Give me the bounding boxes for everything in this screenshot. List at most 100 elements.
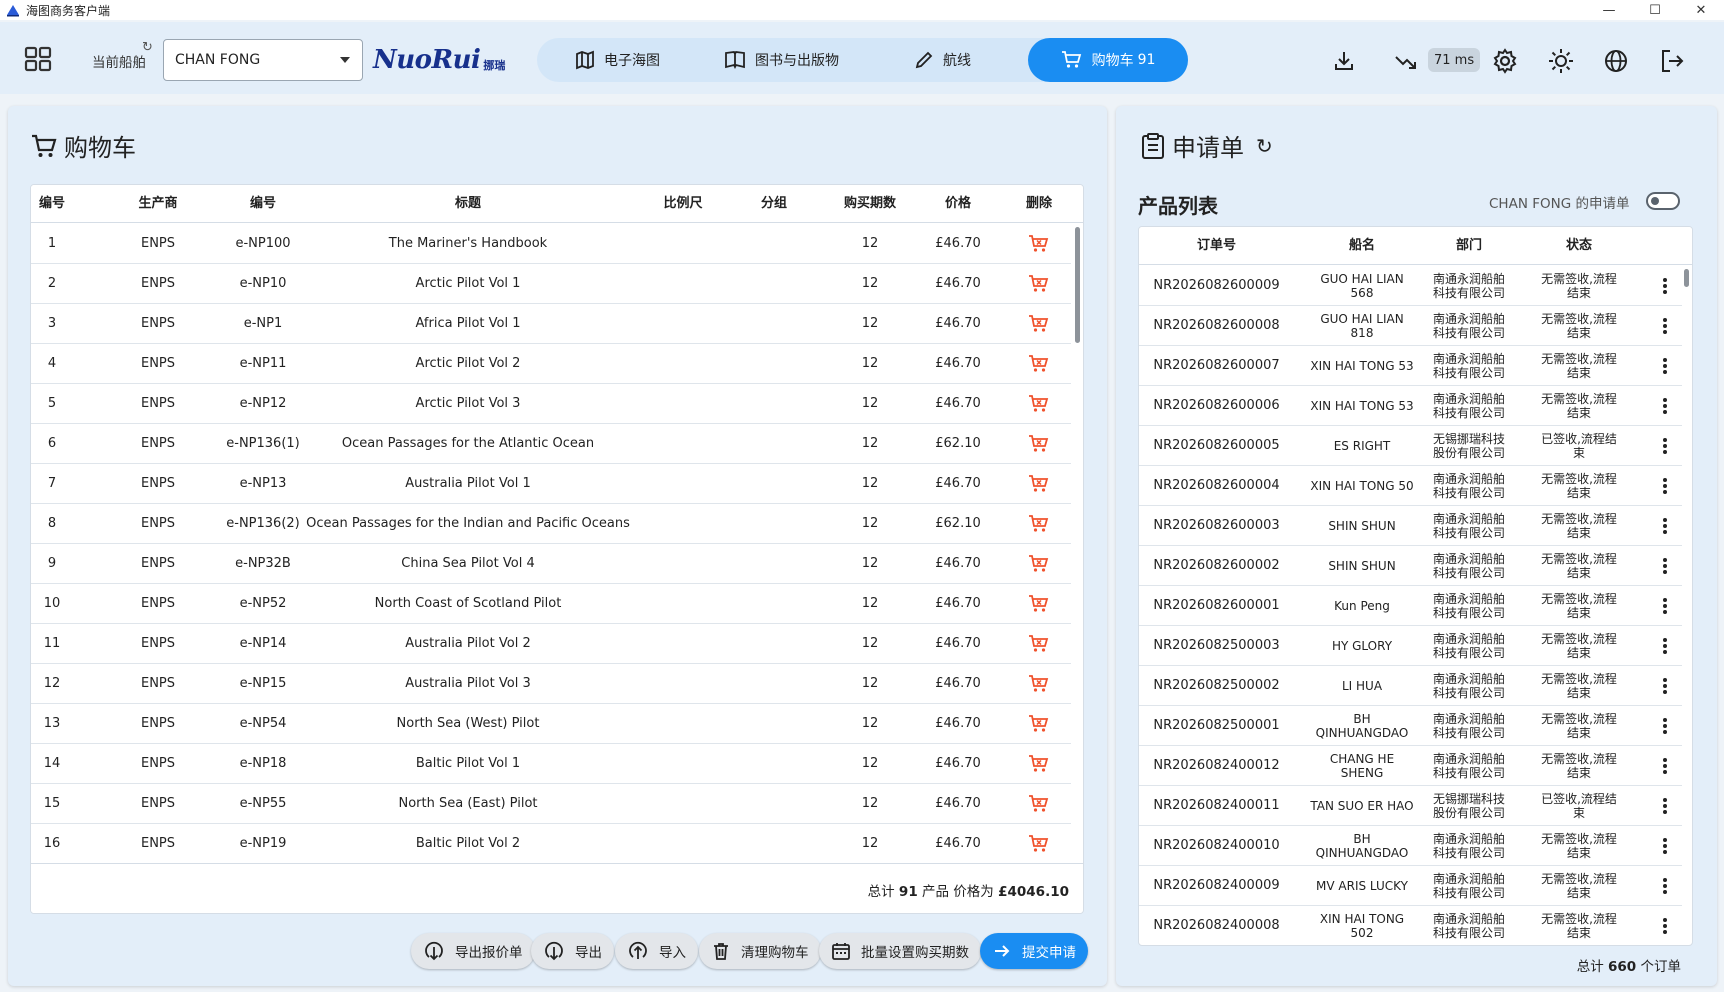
tab-routes[interactable]: 航线 <box>914 38 971 82</box>
requests-table-row[interactable]: NR2026082600002 SHIN SHUN 南通永润船舶科技有限公司 无需签收… <box>1139 546 1682 586</box>
col-delete[interactable]: 删除 <box>1019 185 1059 223</box>
delete-cart-icon[interactable] <box>1019 344 1059 384</box>
requests-table-row[interactable]: NR2026082400009 MV ARIS LUCKY 南通永润船舶科技有限公司… <box>1139 866 1682 906</box>
more-vert-icon[interactable] <box>1663 678 1667 694</box>
delete-cart-icon[interactable] <box>1019 464 1059 504</box>
delete-cart-icon[interactable] <box>1019 304 1059 344</box>
delete-cart-icon[interactable] <box>1019 824 1059 863</box>
more-vert-icon[interactable] <box>1663 558 1667 574</box>
col-code[interactable]: 编号 <box>203 185 323 223</box>
submit-request-button[interactable]: 提交申请 <box>980 933 1088 969</box>
requests-table-row[interactable]: NR2026082400010 BH QINHUANGDAO 南通永润船舶科技有限公… <box>1139 826 1682 866</box>
delete-cart-icon[interactable] <box>1019 624 1059 664</box>
refresh-ship-icon[interactable]: ↻ <box>142 40 153 55</box>
requests-scrollbar[interactable] <box>1684 269 1689 287</box>
requests-table-row[interactable]: NR2026082400011 TAN SUO ER HAO 无锡挪瑞科技股份有限公… <box>1139 786 1682 826</box>
col-status[interactable]: 状态 <box>1539 227 1619 265</box>
cart-table-row[interactable]: 13 ENPS e-NP54 North Sea (West) Pilot 12 £46.… <box>31 704 1071 744</box>
settings-gear-icon[interactable] <box>1492 48 1518 74</box>
dashboard-grid-icon[interactable] <box>24 46 52 72</box>
cart-table-row[interactable]: 9 ENPS e-NP32B China Sea Pilot Vol 4 12 £46.7… <box>31 544 1071 584</box>
delete-cart-icon[interactable] <box>1019 544 1059 584</box>
more-vert-icon[interactable] <box>1663 638 1667 654</box>
col-manufacturer[interactable]: 生产商 <box>103 185 213 223</box>
theme-sun-icon[interactable] <box>1548 48 1574 74</box>
more-vert-icon[interactable] <box>1663 758 1667 774</box>
requests-table-row[interactable]: NR2026082600001 Kun Peng 南通永润船舶科技有限公司 无需签收,… <box>1139 586 1682 626</box>
delete-cart-icon[interactable] <box>1019 224 1059 264</box>
col-group[interactable]: 分组 <box>744 185 804 223</box>
cart-table-row[interactable]: 1 ENPS e-NP100 The Mariner's Handbook 12 £46.… <box>31 224 1071 264</box>
export-button[interactable]: 导出 <box>531 933 614 969</box>
more-vert-icon[interactable] <box>1663 438 1667 454</box>
refresh-icon[interactable]: ↻ <box>1256 134 1273 158</box>
requests-table-row[interactable]: NR2026082500002 LI HUA 南通永润船舶科技有限公司 无需签收,流程… <box>1139 666 1682 706</box>
ship-requests-toggle[interactable] <box>1646 192 1680 210</box>
cart-table-row[interactable]: 6 ENPS e-NP136(1) Ocean Passages for the At… <box>31 424 1071 464</box>
more-vert-icon[interactable] <box>1663 318 1667 334</box>
delete-cart-icon[interactable] <box>1019 504 1059 544</box>
delete-cart-icon[interactable] <box>1019 384 1059 424</box>
cart-table-row[interactable]: 15 ENPS e-NP55 North Sea (East) Pilot 12 £46.… <box>31 784 1071 824</box>
requests-table-row[interactable]: NR2026082500003 HY GLORY 南通永润船舶科技有限公司 无需签收,… <box>1139 626 1682 666</box>
cart-table-row[interactable]: 11 ENPS e-NP14 Australia Pilot Vol 2 12 £46.7… <box>31 624 1071 664</box>
col-periods[interactable]: 购买期数 <box>831 185 909 223</box>
requests-table-row[interactable]: NR2026082600003 SHIN SHUN 南通永润船舶科技有限公司 无需签收… <box>1139 506 1682 546</box>
more-vert-icon[interactable] <box>1663 918 1667 934</box>
col-department[interactable]: 部门 <box>1429 227 1509 265</box>
ship-select[interactable]: CHAN FONG <box>163 39 363 81</box>
clear-cart-button[interactable]: 清理购物车 <box>699 933 821 969</box>
delete-cart-icon[interactable] <box>1019 264 1059 304</box>
tab-cart[interactable]: 购物车 91 <box>1028 38 1188 82</box>
download-icon[interactable] <box>1331 48 1357 74</box>
more-vert-icon[interactable] <box>1663 478 1667 494</box>
delete-cart-icon[interactable] <box>1019 704 1059 744</box>
col-scale[interactable]: 比例尺 <box>653 185 713 223</box>
cart-table-row[interactable]: 4 ENPS e-NP11 Arctic Pilot Vol 2 12 £46.70 <box>31 344 1071 384</box>
cart-table-row[interactable]: 8 ENPS e-NP136(2) Ocean Passages for the In… <box>31 504 1071 544</box>
batch-set-periods-button[interactable]: 批量设置购买期数 <box>819 933 981 969</box>
tab-books-publications[interactable]: 图书与出版物 <box>724 38 839 82</box>
more-vert-icon[interactable] <box>1663 878 1667 894</box>
requests-table-row[interactable]: NR2026082500001 BH QINHUANGDAO 南通永润船舶科技有限公… <box>1139 706 1682 746</box>
more-vert-icon[interactable] <box>1663 798 1667 814</box>
requests-table-row[interactable]: NR2026082400008 XIN HAI TONG 502 南通永润船舶科技有… <box>1139 906 1682 945</box>
delete-cart-icon[interactable] <box>1019 784 1059 824</box>
col-title[interactable]: 标题 <box>323 185 613 223</box>
cart-table-row[interactable]: 2 ENPS e-NP10 Arctic Pilot Vol 1 12 £46.70 <box>31 264 1071 304</box>
requests-table-row[interactable]: NR2026082600008 GUO HAI LIAN 818 南通永润船舶科技有… <box>1139 306 1682 346</box>
col-order-no[interactable]: 订单号 <box>1149 227 1284 265</box>
more-vert-icon[interactable] <box>1663 398 1667 414</box>
export-quote-button[interactable]: 导出报价单 <box>411 933 535 969</box>
cart-table-row[interactable]: 16 ENPS e-NP19 Baltic Pilot Vol 2 12 £46.70 <box>31 824 1071 863</box>
requests-table-row[interactable]: NR2026082400012 CHANG HE SHENG 南通永润船舶科技有限公… <box>1139 746 1682 786</box>
more-vert-icon[interactable] <box>1663 518 1667 534</box>
col-index[interactable]: 编号 <box>31 185 73 223</box>
col-price[interactable]: 价格 <box>929 185 987 223</box>
logout-icon[interactable] <box>1659 48 1685 74</box>
delete-cart-icon[interactable] <box>1019 664 1059 704</box>
requests-table-row[interactable]: NR2026082600005 ES RIGHT 无锡挪瑞科技股份有限公司 已签收,流… <box>1139 426 1682 466</box>
delete-cart-icon[interactable] <box>1019 584 1059 624</box>
col-ship-name[interactable]: 船名 <box>1307 227 1417 265</box>
minimize-button[interactable]: — <box>1586 0 1632 20</box>
requests-table-row[interactable]: NR2026082600004 XIN HAI TONG 50 南通永润船舶科技有限… <box>1139 466 1682 506</box>
cart-table-row[interactable]: 10 ENPS e-NP52 North Coast of Scotland Pilo… <box>31 584 1071 624</box>
import-button[interactable]: 导入 <box>615 933 698 969</box>
close-window-button[interactable]: ✕ <box>1678 0 1724 20</box>
requests-table-row[interactable]: NR2026082600009 GUO HAI LIAN 568 南通永润船舶科技有… <box>1139 266 1682 306</box>
cart-table-row[interactable]: 7 ENPS e-NP13 Australia Pilot Vol 1 12 £46.70 <box>31 464 1071 504</box>
cart-table-row[interactable]: 5 ENPS e-NP12 Arctic Pilot Vol 3 12 £46.70 <box>31 384 1071 424</box>
cart-table-row[interactable]: 3 ENPS e-NP1 Africa Pilot Vol 1 12 £46.70 <box>31 304 1071 344</box>
requests-table-row[interactable]: NR2026082600006 XIN HAI TONG 53 南通永润船舶科技有限… <box>1139 386 1682 426</box>
more-vert-icon[interactable] <box>1663 838 1667 854</box>
more-vert-icon[interactable] <box>1663 278 1667 294</box>
tab-electronic-charts[interactable]: 电子海图 <box>575 38 660 82</box>
delete-cart-icon[interactable] <box>1019 424 1059 464</box>
maximize-button[interactable]: ☐ <box>1632 0 1678 20</box>
more-vert-icon[interactable] <box>1663 358 1667 374</box>
cart-scrollbar[interactable] <box>1075 227 1080 343</box>
cart-table-row[interactable]: 12 ENPS e-NP15 Australia Pilot Vol 3 12 £46.7… <box>31 664 1071 704</box>
more-vert-icon[interactable] <box>1663 598 1667 614</box>
language-globe-icon[interactable] <box>1603 48 1629 74</box>
